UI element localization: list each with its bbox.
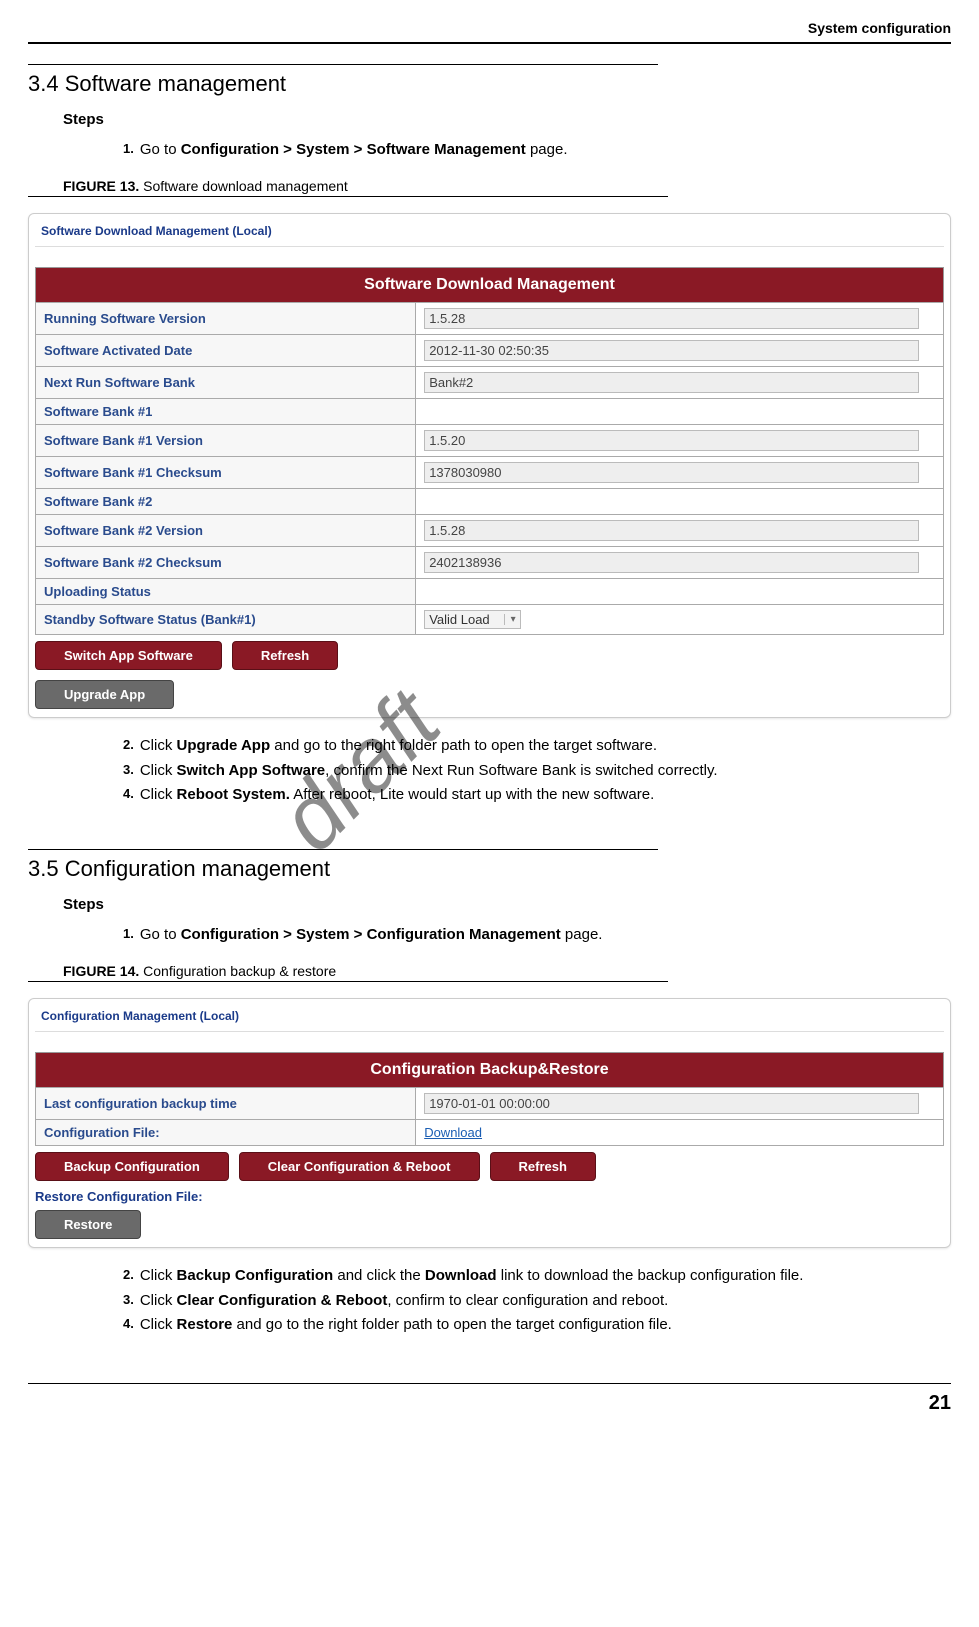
table-row: Software Bank #2 Version	[36, 515, 944, 547]
figure-14-rule	[28, 981, 668, 982]
refresh-button-14[interactable]: Refresh	[490, 1152, 596, 1181]
step-34-4: 4. Click Reboot System. After reboot, Li…	[123, 785, 931, 805]
row-value	[416, 425, 944, 457]
section-title-35: 3.5 Configuration management	[28, 856, 951, 882]
restore-file-label: Restore Configuration File:	[35, 1189, 944, 1204]
row-value	[416, 579, 944, 605]
step-35-3: 3. Click Clear Configuration & Reboot, c…	[123, 1291, 931, 1311]
table-row: Software Bank #1 Checksum	[36, 457, 944, 489]
step-35-1: 1. Go to Configuration > System > Config…	[123, 925, 931, 945]
steps-label-35: Steps	[63, 896, 951, 913]
banner-14: Configuration Backup&Restore	[35, 1052, 944, 1087]
table-row: Software Bank #2	[36, 489, 944, 515]
row-label: Standby Software Status (Bank#1)	[36, 605, 416, 635]
row-value	[416, 489, 944, 515]
restore-button[interactable]: Restore	[35, 1210, 141, 1239]
readonly-field[interactable]	[424, 430, 919, 451]
row-value: Valid Load ▾	[416, 605, 944, 635]
clear-config-button[interactable]: Clear Configuration & Reboot	[239, 1152, 480, 1181]
backup-config-button[interactable]: Backup Configuration	[35, 1152, 229, 1181]
readonly-field[interactable]	[424, 462, 919, 483]
row-label: Software Bank #1 Checksum	[36, 457, 416, 489]
header-rule	[28, 42, 951, 44]
step-34-1: 1. Go to Configuration > System > Softwa…	[123, 140, 931, 160]
figure-13-caption: FIGURE 13. Software download management	[63, 178, 951, 194]
step-list-35a: 1. Go to Configuration > System > Config…	[123, 925, 931, 945]
readonly-field[interactable]	[424, 552, 919, 573]
row-label: Running Software Version	[36, 303, 416, 335]
row-value	[416, 367, 944, 399]
page-number: 21	[28, 1392, 951, 1415]
step-text: Go to Configuration > System > Software …	[140, 140, 931, 160]
row-value	[416, 303, 944, 335]
row-label: Software Bank #1 Version	[36, 425, 416, 457]
table-row: Last configuration backup time	[36, 1088, 944, 1120]
figure-14-screenshot: Configuration Management (Local) Configu…	[28, 998, 951, 1248]
row-label: Configuration File:	[36, 1120, 416, 1146]
figure-14-caption: FIGURE 14. Configuration backup & restor…	[63, 963, 951, 979]
row-value	[416, 547, 944, 579]
step-34-2: 2. Click Upgrade App and go to the right…	[123, 736, 931, 756]
table-row: Software Bank #1 Version	[36, 425, 944, 457]
refresh-button-13[interactable]: Refresh	[232, 641, 338, 670]
row-value	[416, 515, 944, 547]
section-title-34: 3.4 Software management	[28, 71, 951, 97]
readonly-field[interactable]	[424, 340, 919, 361]
table-row: Next Run Software Bank	[36, 367, 944, 399]
info-table-13: Running Software VersionSoftware Activat…	[35, 302, 944, 635]
step-list-34a: 1. Go to Configuration > System > Softwa…	[123, 140, 931, 160]
row-value	[416, 1088, 944, 1120]
step-35-4: 4. Click Restore and go to the right fol…	[123, 1315, 931, 1335]
download-link[interactable]: Download	[424, 1125, 482, 1140]
step-list-34b: 2. Click Upgrade App and go to the right…	[123, 736, 931, 805]
table-row: Software Bank #2 Checksum	[36, 547, 944, 579]
row-value: Download	[416, 1120, 944, 1146]
banner-13: Software Download Management	[35, 267, 944, 302]
step-34-3: 3. Click Switch App Software, confirm th…	[123, 761, 931, 781]
section-rule-35	[28, 849, 658, 850]
row-label: Last configuration backup time	[36, 1088, 416, 1120]
step-35-2: 2. Click Backup Configuration and click …	[123, 1266, 931, 1286]
steps-label-34: Steps	[63, 111, 951, 128]
table-row: Software Activated Date	[36, 335, 944, 367]
readonly-field[interactable]	[424, 520, 919, 541]
row-label: Software Bank #1	[36, 399, 416, 425]
info-table-14: Last configuration backup timeConfigurat…	[35, 1087, 944, 1146]
table-row: Running Software Version	[36, 303, 944, 335]
row-value	[416, 335, 944, 367]
step-num: 1.	[123, 140, 134, 160]
page-header: System configuration	[28, 20, 951, 36]
row-label: Software Activated Date	[36, 335, 416, 367]
step-list-35b: 2. Click Backup Configuration and click …	[123, 1266, 931, 1335]
figure-13-screenshot: Software Download Management (Local) Sof…	[28, 213, 951, 718]
table-row: Standby Software Status (Bank#1) Valid Lo…	[36, 605, 944, 635]
table-row: Configuration File: Download	[36, 1120, 944, 1146]
table-row: Uploading Status	[36, 579, 944, 605]
window-title-14: Configuration Management (Local)	[35, 1005, 944, 1032]
upgrade-app-button[interactable]: Upgrade App	[35, 680, 174, 709]
dropdown-value: Valid Load	[429, 612, 489, 627]
switch-app-button[interactable]: Switch App Software	[35, 641, 222, 670]
row-value	[416, 457, 944, 489]
table-row: Software Bank #1	[36, 399, 944, 425]
chevron-down-icon: ▾	[504, 614, 516, 625]
dropdown[interactable]: Valid Load ▾	[424, 610, 521, 629]
figure-13-rule	[28, 196, 668, 197]
row-value	[416, 399, 944, 425]
row-label: Uploading Status	[36, 579, 416, 605]
section-rule-34	[28, 64, 658, 65]
row-label: Next Run Software Bank	[36, 367, 416, 399]
footer-rule	[28, 1383, 951, 1384]
readonly-field[interactable]	[424, 372, 919, 393]
row-label: Software Bank #2	[36, 489, 416, 515]
readonly-field[interactable]	[424, 1093, 919, 1114]
window-title-13: Software Download Management (Local)	[35, 220, 944, 247]
readonly-field[interactable]	[424, 308, 919, 329]
row-label: Software Bank #2 Checksum	[36, 547, 416, 579]
row-label: Software Bank #2 Version	[36, 515, 416, 547]
